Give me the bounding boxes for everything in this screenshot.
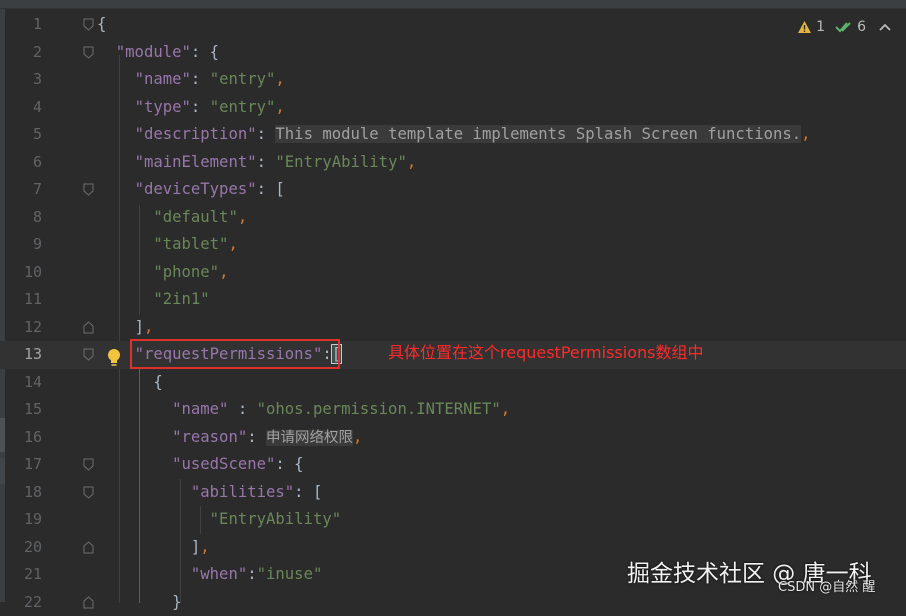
code-text: ], bbox=[97, 534, 210, 562]
code-line-1[interactable]: 1 { bbox=[0, 11, 906, 39]
code-text: "tablet", bbox=[97, 231, 238, 259]
line-number: 9 bbox=[0, 231, 42, 259]
line-number: 12 bbox=[0, 314, 42, 342]
line-number: 20 bbox=[0, 534, 42, 562]
code-line-8[interactable]: 8 "default", bbox=[0, 204, 906, 232]
code-line-4[interactable]: 4 "type": "entry", bbox=[0, 94, 906, 122]
lightbulb-icon[interactable] bbox=[106, 348, 122, 368]
warning-count: 1 bbox=[816, 19, 825, 35]
line-number: 22 bbox=[0, 589, 42, 616]
line-number: 10 bbox=[0, 259, 42, 287]
line-number: 1 bbox=[0, 11, 42, 39]
folded-string-value: 申请网络权限 bbox=[266, 430, 353, 446]
line-number: 18 bbox=[0, 479, 42, 507]
line-number: 21 bbox=[0, 561, 42, 589]
annotation-text: 具体位置在这个requestPermissions数组中 bbox=[388, 343, 703, 363]
code-text: "phone", bbox=[97, 259, 228, 287]
code-line-19[interactable]: 19 "EntryAbility" bbox=[0, 506, 906, 534]
folded-string-value: This module template implements Splash S… bbox=[275, 125, 801, 143]
line-number: 7 bbox=[0, 176, 42, 204]
line-number: 11 bbox=[0, 286, 42, 314]
code-text: "name" : "ohos.permission.INTERNET", bbox=[97, 396, 510, 424]
code-line-10[interactable]: 10 "phone", bbox=[0, 259, 906, 287]
code-text: ], bbox=[97, 314, 153, 342]
line-number: 16 bbox=[0, 424, 42, 452]
code-line-12[interactable]: 12 ], bbox=[0, 314, 906, 342]
code-text: "EntryAbility" bbox=[97, 506, 341, 534]
code-line-16[interactable]: 16 "reason": 申请网络权限, bbox=[0, 424, 906, 452]
code-text: "usedScene": { bbox=[97, 451, 304, 479]
fold-icon[interactable] bbox=[83, 183, 94, 196]
code-text: "abilities": [ bbox=[97, 479, 322, 507]
code-text: "description": This module template impl… bbox=[97, 121, 811, 149]
code-text: "mainElement": "EntryAbility", bbox=[97, 149, 416, 177]
fold-icon[interactable] bbox=[83, 18, 94, 31]
line-number: 5 bbox=[0, 121, 42, 149]
code-line-9[interactable]: 9 "tablet", bbox=[0, 231, 906, 259]
inspection-status[interactable]: 1 6 bbox=[797, 17, 892, 37]
warning-icon bbox=[797, 20, 812, 34]
fold-icon[interactable] bbox=[83, 541, 94, 554]
code-text: { bbox=[97, 11, 106, 39]
highlight-box bbox=[130, 339, 340, 369]
code-line-2[interactable]: 2 "module": { bbox=[0, 39, 906, 67]
code-text: { bbox=[97, 369, 163, 397]
code-text: "module": { bbox=[97, 39, 219, 67]
code-text: "reason": 申请网络权限, bbox=[97, 424, 362, 453]
code-line-7[interactable]: 7 "deviceTypes": [ bbox=[0, 176, 906, 204]
code-text: "deviceTypes": [ bbox=[97, 176, 285, 204]
line-number: 8 bbox=[0, 204, 42, 232]
code-line-18[interactable]: 18 "abilities": [ bbox=[0, 479, 906, 507]
double-check-icon bbox=[835, 20, 853, 34]
chevron-up-icon[interactable] bbox=[878, 20, 892, 34]
code-text: "type": "entry", bbox=[97, 94, 285, 122]
code-line-15[interactable]: 15 "name" : "ohos.permission.INTERNET", bbox=[0, 396, 906, 424]
line-number: 13 bbox=[0, 341, 42, 369]
fold-icon[interactable] bbox=[83, 348, 94, 361]
code-editor[interactable]: 1 { 2 "module": { 3 "name": "entry", 4 "… bbox=[0, 9, 906, 602]
fold-icon[interactable] bbox=[83, 596, 94, 609]
line-number: 15 bbox=[0, 396, 42, 424]
fold-icon[interactable] bbox=[83, 486, 94, 499]
code-text: "name": "entry", bbox=[97, 66, 285, 94]
check-count: 6 bbox=[857, 19, 866, 35]
code-line-3[interactable]: 3 "name": "entry", bbox=[0, 66, 906, 94]
line-number: 14 bbox=[0, 369, 42, 397]
code-text: "2in1" bbox=[97, 286, 210, 314]
code-line-6[interactable]: 6 "mainElement": "EntryAbility", bbox=[0, 149, 906, 177]
code-line-22[interactable]: 22 } bbox=[0, 589, 906, 616]
code-text: "when":"inuse" bbox=[97, 561, 322, 589]
line-number: 3 bbox=[0, 66, 42, 94]
fold-icon[interactable] bbox=[83, 46, 94, 59]
fold-icon[interactable] bbox=[83, 458, 94, 471]
code-line-17[interactable]: 17 "usedScene": { bbox=[0, 451, 906, 479]
line-number: 17 bbox=[0, 451, 42, 479]
line-number: 19 bbox=[0, 506, 42, 534]
code-line-11[interactable]: 11 "2in1" bbox=[0, 286, 906, 314]
code-line-14[interactable]: 14 { bbox=[0, 369, 906, 397]
line-number: 2 bbox=[0, 39, 42, 67]
fold-icon[interactable] bbox=[83, 321, 94, 334]
editor-top-bar bbox=[0, 0, 906, 9]
code-text: "default", bbox=[97, 204, 247, 232]
code-line-5[interactable]: 5 "description": This module template im… bbox=[0, 121, 906, 149]
code-text: } bbox=[97, 589, 182, 616]
line-number: 4 bbox=[0, 94, 42, 122]
line-number: 6 bbox=[0, 149, 42, 177]
watermark-small: CSDN @自然 醒 bbox=[778, 576, 875, 595]
